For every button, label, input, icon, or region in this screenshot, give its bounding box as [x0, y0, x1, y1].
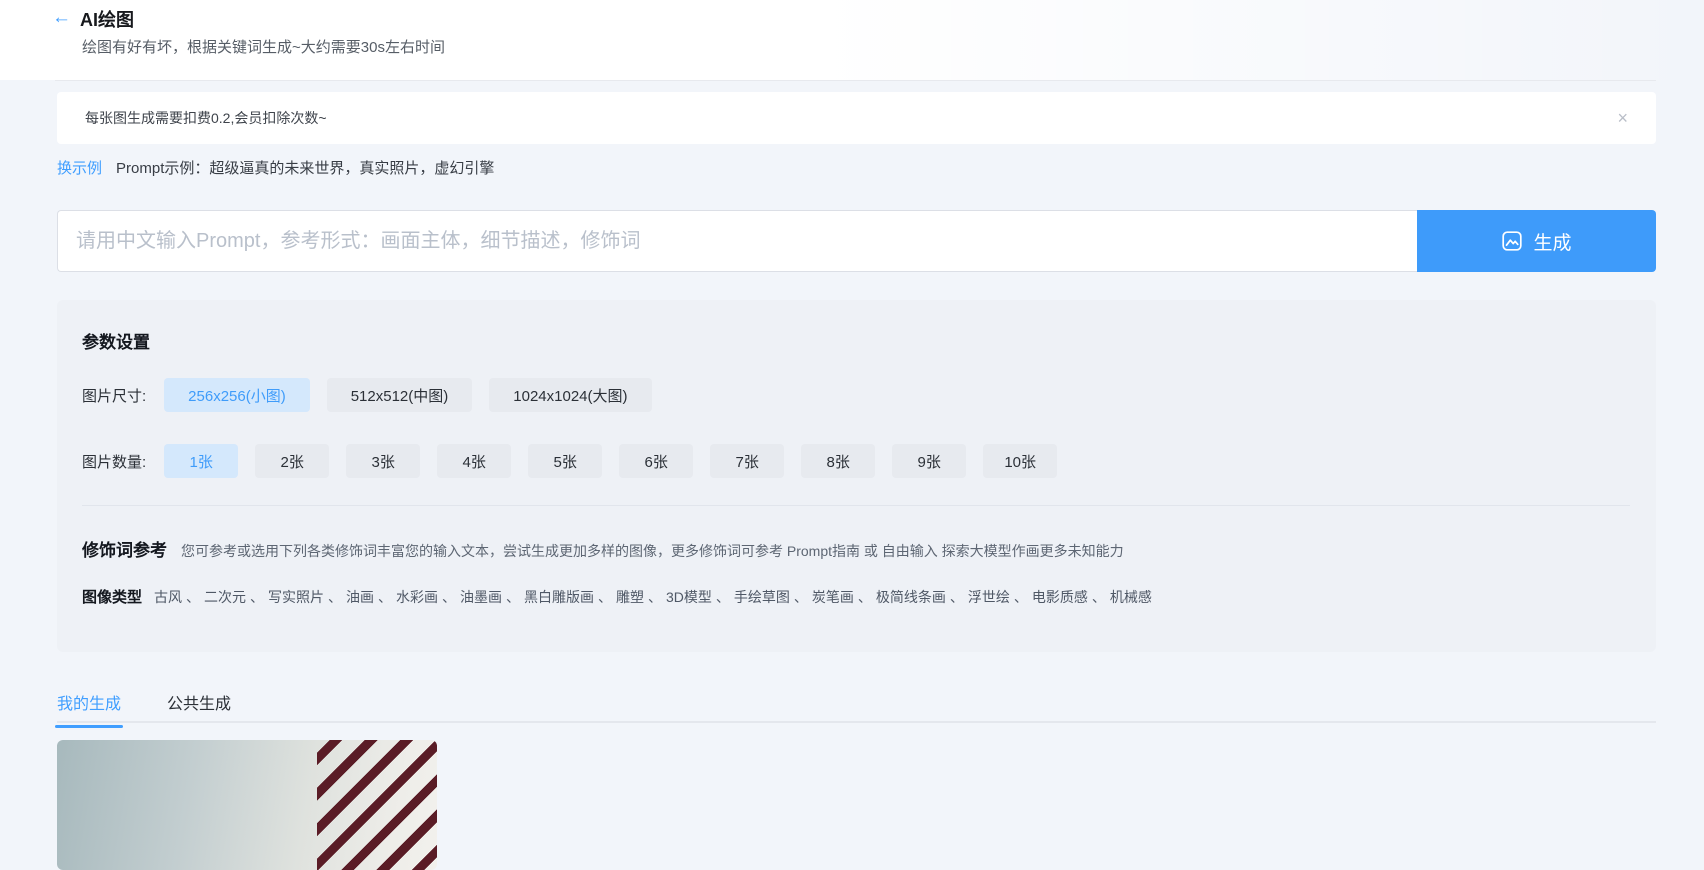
panel-divider [82, 505, 1630, 506]
size-option-2[interactable]: 1024x1024(大图) [489, 378, 651, 412]
count-option-7[interactable]: 8张 [801, 444, 875, 478]
back-arrow-icon[interactable]: ← [52, 8, 71, 27]
page-header: ← AI绘图 绘图有好有坏，根据关键词生成~大约需要30s左右时间 [0, 0, 1704, 80]
image-size-options: 256x256(小图) 512x512(中图) 1024x1024(大图) [164, 378, 651, 412]
image-type-tag-13[interactable]: 电影质感 [1032, 587, 1088, 607]
type-separator: 、 [1092, 587, 1106, 607]
count-option-4[interactable]: 5张 [528, 444, 602, 478]
image-type-title: 图像类型 [82, 586, 142, 607]
image-stripes-decoration [317, 740, 437, 870]
page-subtitle: 绘图有好有坏，根据关键词生成~大约需要30s左右时间 [82, 36, 445, 57]
count-option-9[interactable]: 10张 [983, 444, 1057, 478]
count-option-2[interactable]: 3张 [346, 444, 420, 478]
generated-image-thumbnail[interactable] [57, 740, 437, 870]
image-size-label: 图片尺寸: [82, 385, 146, 406]
prompt-example-text: Prompt示例：超级逼真的未来世界，真实照片，虚幻引擎 [116, 157, 494, 178]
image-size-row: 图片尺寸: 256x256(小图) 512x512(中图) 1024x1024(大图… [82, 378, 652, 412]
type-separator: 、 [598, 587, 612, 607]
image-icon [1501, 230, 1523, 252]
image-type-tag-4[interactable]: 水彩画 [396, 587, 438, 607]
image-type-tags: 古风 、二次元 、写实照片 、油画 、水彩画 、油墨画 、黑白雕版画 、雕塑 、… [154, 587, 1152, 607]
prompt-input[interactable] [57, 210, 1417, 272]
switch-example-link[interactable]: 换示例 [57, 157, 102, 178]
page-title: AI绘图 [80, 6, 134, 32]
image-type-tag-6[interactable]: 黑白雕版画 [524, 587, 594, 607]
image-type-tag-2[interactable]: 写实照片 [268, 587, 324, 607]
count-option-6[interactable]: 7张 [710, 444, 784, 478]
image-count-label: 图片数量: [82, 451, 146, 472]
params-title: 参数设置 [82, 328, 150, 353]
image-count-options: 1张 2张 3张 4张 5张 6张 7张 8张 9张 10张 [164, 444, 1057, 478]
generate-button-label: 生成 [1533, 228, 1571, 255]
image-type-tag-11[interactable]: 极简线条画 [876, 587, 946, 607]
image-type-row: 图像类型 古风 、二次元 、写实照片 、油画 、水彩画 、油墨画 、黑白雕版画 … [82, 586, 1152, 607]
header-divider [55, 80, 1656, 81]
image-type-tag-5[interactable]: 油墨画 [460, 587, 502, 607]
image-type-tag-8[interactable]: 3D模型 [666, 587, 712, 607]
image-type-tag-1[interactable]: 二次元 [204, 587, 246, 607]
count-option-8[interactable]: 9张 [892, 444, 966, 478]
type-separator: 、 [1014, 587, 1028, 607]
type-separator: 、 [794, 587, 808, 607]
count-option-1[interactable]: 2张 [255, 444, 329, 478]
image-type-tag-7[interactable]: 雕塑 [616, 587, 644, 607]
type-separator: 、 [950, 587, 964, 607]
type-separator: 、 [328, 587, 342, 607]
type-separator: 、 [250, 587, 264, 607]
image-type-tag-9[interactable]: 手绘草图 [734, 587, 790, 607]
image-type-tag-14[interactable]: 机械感 [1110, 587, 1152, 607]
tab-my-generations[interactable]: 我的生成 [57, 690, 121, 728]
generation-tabs: 我的生成 公共生成 [57, 690, 231, 728]
count-option-3[interactable]: 4张 [437, 444, 511, 478]
image-type-tag-12[interactable]: 浮世绘 [968, 587, 1010, 607]
type-separator: 、 [186, 587, 200, 607]
type-separator: 、 [506, 587, 520, 607]
modifier-reference-row: 修饰词参考 您可参考或选用下列各类修饰词丰富您的输入文本，尝试生成更加多样的图像… [82, 536, 1124, 561]
generate-button[interactable]: 生成 [1417, 210, 1656, 272]
type-separator: 、 [716, 587, 730, 607]
size-option-1[interactable]: 512x512(中图) [327, 378, 473, 412]
image-count-row: 图片数量: 1张 2张 3张 4张 5张 6张 7张 8张 9张 10张 [82, 444, 1057, 478]
image-type-tag-10[interactable]: 炭笔画 [812, 587, 854, 607]
tab-public-generations[interactable]: 公共生成 [167, 690, 231, 728]
count-option-5[interactable]: 6张 [619, 444, 693, 478]
close-icon[interactable]: × [1613, 105, 1632, 131]
image-type-tag-0[interactable]: 古风 [154, 587, 182, 607]
type-separator: 、 [378, 587, 392, 607]
fee-notice-bar: 每张图生成需要扣费0.2,会员扣除次数~ × [57, 92, 1656, 144]
prompt-example-row: 换示例 Prompt示例：超级逼真的未来世界，真实照片，虚幻引擎 [57, 155, 494, 179]
fee-notice-text: 每张图生成需要扣费0.2,会员扣除次数~ [85, 108, 1613, 128]
modifier-reference-desc: 您可参考或选用下列各类修饰词丰富您的输入文本，尝试生成更加多样的图像，更多修饰词… [181, 541, 1124, 561]
image-type-tag-3[interactable]: 油画 [346, 587, 374, 607]
modifier-reference-title: 修饰词参考 [82, 536, 167, 561]
type-separator: 、 [648, 587, 662, 607]
tabs-track-line [57, 721, 1656, 723]
count-option-0[interactable]: 1张 [164, 444, 238, 478]
size-option-0[interactable]: 256x256(小图) [164, 378, 310, 412]
type-separator: 、 [442, 587, 456, 607]
type-separator: 、 [858, 587, 872, 607]
